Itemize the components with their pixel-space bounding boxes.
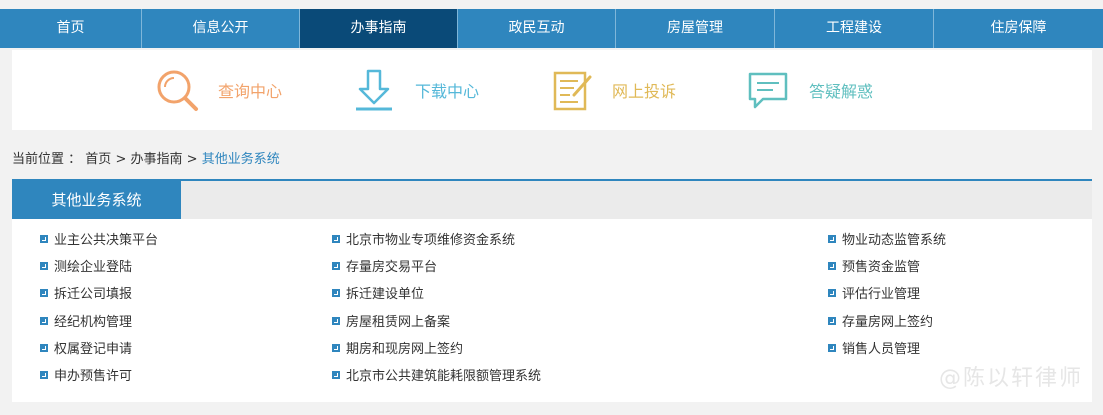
breadcrumb-separator: >: [186, 152, 198, 167]
watermark: @陈以轩律师: [938, 366, 1083, 391]
arrow-bullet-icon: [332, 343, 340, 352]
system-link[interactable]: 预售资金监管: [828, 256, 920, 275]
document-edit-icon: [548, 67, 594, 113]
arrow-bullet-icon: [40, 370, 48, 379]
nav-interaction[interactable]: 政民互动: [458, 9, 616, 48]
arrow-bullet-icon: [40, 234, 48, 243]
system-link[interactable]: 物业动态监管系统: [828, 229, 946, 248]
system-link[interactable]: 销售人员管理: [828, 338, 920, 357]
system-link[interactable]: 北京市物业专项维修资金系统: [332, 229, 515, 248]
arrow-bullet-icon: [828, 234, 836, 243]
system-link[interactable]: 存量房网上签约: [828, 311, 933, 330]
nav-home[interactable]: 首页: [0, 9, 142, 48]
system-link[interactable]: 期房和现房网上签约: [332, 338, 463, 357]
system-link[interactable]: 权属登记申请: [40, 338, 132, 357]
breadcrumb-guide-link[interactable]: 办事指南: [130, 152, 182, 167]
quick-link-label: 查询中心: [218, 82, 283, 101]
quick-link-download-center[interactable]: 下载中心: [351, 68, 479, 112]
breadcrumb-prefix: 当前位置 ：: [12, 152, 82, 167]
system-link[interactable]: 评估行业管理: [828, 283, 920, 302]
breadcrumb-current: 其他业务系统: [201, 152, 280, 167]
arrow-bullet-icon: [40, 261, 48, 270]
system-link[interactable]: 拆迁公司填报: [40, 283, 132, 302]
other-systems-panel: 其他业务系统 业主公共决策平台 测绘企业登陆 拆迁公司填报 经纪机构管理 权属登…: [12, 179, 1092, 402]
quick-link-label: 网上投诉: [612, 82, 677, 101]
magnifier-icon: [154, 67, 200, 113]
nav-construction[interactable]: 工程建设: [775, 9, 934, 48]
arrow-bullet-icon: [332, 234, 340, 243]
breadcrumb: 当前位置 ： 首页 > 办事指南 > 其他业务系统: [12, 148, 280, 167]
arrow-bullet-icon: [828, 288, 836, 297]
system-link[interactable]: 业主公共决策平台: [40, 229, 158, 248]
system-link[interactable]: 存量房交易平台: [332, 256, 437, 275]
nav-housing-management[interactable]: 房屋管理: [616, 9, 775, 48]
nav-housing-security[interactable]: 住房保障: [934, 9, 1103, 48]
arrow-bullet-icon: [332, 370, 340, 379]
system-link[interactable]: 申办预售许可: [40, 365, 132, 384]
quick-link-label: 下载中心: [415, 82, 480, 101]
panel-title: 其他业务系统: [12, 181, 181, 219]
system-link[interactable]: 测绘企业登陆: [40, 256, 132, 275]
arrow-bullet-icon: [40, 343, 48, 352]
arrow-bullet-icon: [828, 343, 836, 352]
arrow-bullet-icon: [40, 316, 48, 325]
arrow-bullet-icon: [828, 261, 836, 270]
nav-info-disclosure[interactable]: 信息公开: [142, 9, 300, 48]
chat-bubble-icon: [745, 67, 791, 113]
arrow-bullet-icon: [40, 288, 48, 297]
system-link[interactable]: 北京市公共建筑能耗限额管理系统: [332, 365, 541, 384]
panel-header: 其他业务系统: [12, 181, 1092, 219]
arrow-bullet-icon: [828, 316, 836, 325]
top-nav: 首页 信息公开 办事指南 政民互动 房屋管理 工程建设 住房保障: [0, 9, 1103, 48]
quick-link-qa[interactable]: 答疑解惑: [745, 68, 873, 112]
nav-guide[interactable]: 办事指南: [300, 9, 458, 48]
arrow-bullet-icon: [332, 316, 340, 325]
arrow-bullet-icon: [332, 288, 340, 297]
breadcrumb-separator: >: [115, 152, 127, 167]
download-icon: [351, 67, 397, 113]
system-link[interactable]: 房屋租赁网上备案: [332, 311, 450, 330]
arrow-bullet-icon: [332, 261, 340, 270]
quick-link-query-center[interactable]: 查询中心: [154, 68, 282, 112]
quick-links-bar: 查询中心 下载中心 网上投诉 答疑解惑: [12, 50, 1092, 130]
quick-link-online-complaint[interactable]: 网上投诉: [548, 68, 676, 112]
system-link[interactable]: 拆迁建设单位: [332, 283, 424, 302]
system-link[interactable]: 经纪机构管理: [40, 311, 132, 330]
breadcrumb-home-link[interactable]: 首页: [85, 152, 111, 167]
quick-link-label: 答疑解惑: [809, 82, 874, 101]
